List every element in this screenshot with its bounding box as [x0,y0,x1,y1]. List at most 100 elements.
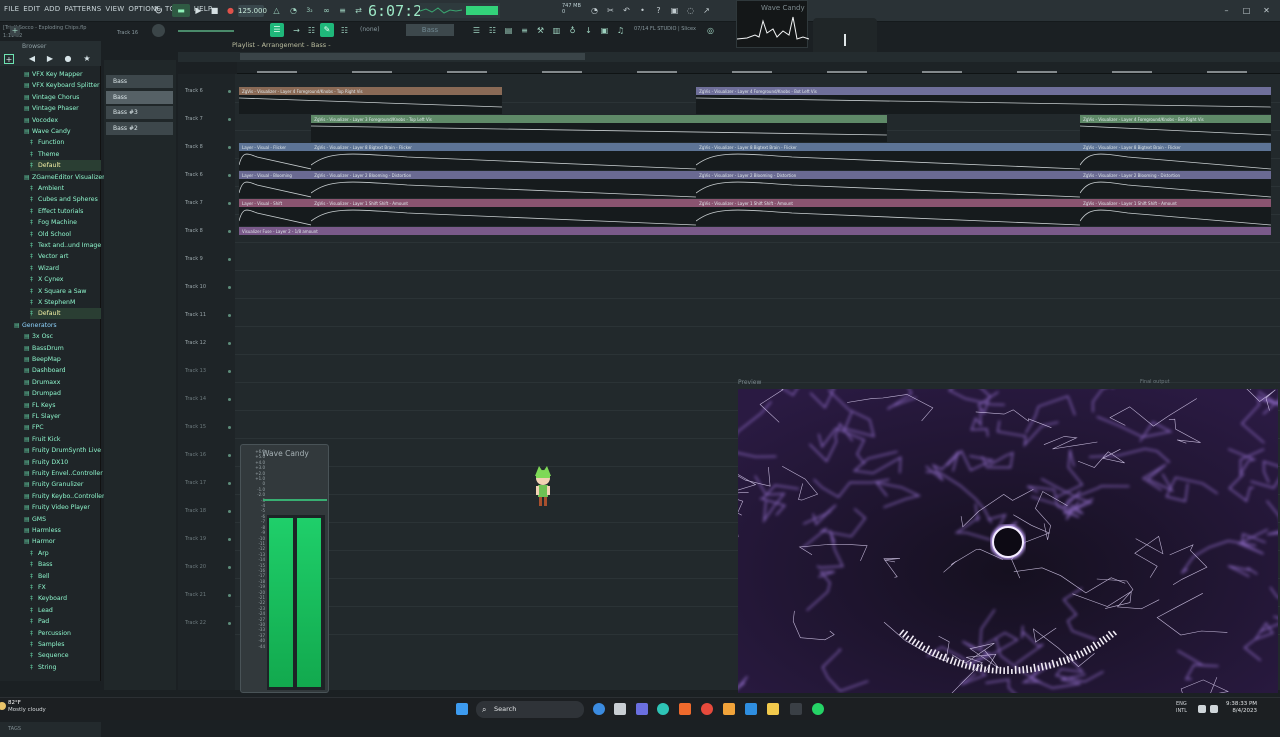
browser-item[interactable]: ▤Generators [14,320,101,331]
browser-item[interactable]: ▤Vintage Chorus [24,92,101,103]
countdown-icon[interactable]: 3₂ [303,4,316,17]
track-name[interactable]: Track 17 [185,480,206,486]
browser-item[interactable]: ▤Fruity Envel..Controller [24,468,101,479]
step-edit-icon[interactable]: ≡ [336,4,349,17]
files-icon[interactable] [767,703,779,715]
track-mute-dot[interactable] [228,90,231,93]
browser-view-icon[interactable]: ● [63,54,73,64]
channel-rack-icon[interactable]: ☷ [338,24,351,37]
browser-item[interactable]: ‡Lead [30,605,101,616]
browser-item[interactable]: ▤Fruity DrumSynth Live [24,445,101,456]
loop-record-icon[interactable]: ∞ [320,4,333,17]
whatsapp-icon[interactable] [812,703,824,715]
browser-item[interactable]: ‡Pad [30,616,101,627]
browser-item[interactable]: ‡Cubes and Spheres [30,194,101,205]
mixer-icon[interactable]: ☰ [470,24,483,37]
equalizer-icon[interactable]: ≡ [518,24,531,37]
track-name[interactable]: Track 10 [185,284,206,290]
tools-icon[interactable]: ⚒ [534,24,547,37]
browser-item[interactable]: ‡Default [30,308,101,319]
timeline-ruler[interactable] [237,62,1280,74]
automation-clip[interactable]: ZgVis - Visualizer - Layer 2 Blooming - … [1080,171,1271,198]
track-mute-dot[interactable] [228,342,231,345]
plug-icon[interactable]: ♁ [566,24,579,37]
automation-clip[interactable]: ZgVis - Visualizer - Layer 4 Foreground/… [1080,115,1271,142]
browser-add-icon[interactable]: + [4,54,14,64]
track-name[interactable]: Track 14 [185,396,206,402]
automation-clip[interactable]: Layer - Visual - Blooming [239,171,311,198]
browser-item[interactable]: ▤GMS [24,514,101,525]
browser-item[interactable]: ‡Bell [30,571,101,582]
edge-icon[interactable] [657,703,669,715]
track-name[interactable]: Track 6 [185,172,203,178]
browser-item[interactable]: ▤Dashboard [24,365,101,376]
menu-view[interactable]: VIEW [105,5,124,13]
automation-clip[interactable]: ZgVis - Visualizer - Layer 1 Shift Shift… [1080,199,1271,226]
browser-item[interactable]: ‡Theme [30,149,101,160]
automation-clip[interactable]: ZgVis - Visualizer - Layer 2 Blooming - … [311,171,696,198]
weather-icon[interactable] [0,702,6,710]
browser-item[interactable]: ‡Arp [30,548,101,559]
browser-item[interactable]: ‡Function [30,137,101,148]
browser-item[interactable]: ‡Percussion [30,628,101,639]
track-name[interactable]: Track 12 [185,340,206,346]
vscode-icon[interactable] [745,703,757,715]
globe-icon[interactable]: ◎ [704,24,717,37]
menu-edit[interactable]: EDIT [23,5,40,13]
refresh-icon[interactable]: ↻ [152,4,165,17]
browser-item[interactable]: ‡Samples [30,639,101,650]
visualizer-preview[interactable] [738,389,1278,693]
track-name[interactable]: Track 20 [185,564,206,570]
track-mute-dot[interactable] [228,482,231,485]
record-button[interactable]: ● [224,4,237,17]
track-mute-dot[interactable] [228,314,231,317]
menu-patterns[interactable]: PATTERNS [64,5,101,13]
pattern-song-toggle[interactable]: ▬ [172,4,190,17]
chat-icon[interactable]: ◌ [684,4,697,17]
browser-item[interactable]: ‡Bass [30,559,101,570]
browser-star-icon[interactable]: ★ [82,54,92,64]
volume-icon[interactable] [1210,705,1218,713]
folder-icon[interactable]: ▣ [598,24,611,37]
browser-item[interactable]: ‡Effect tutorials [30,206,101,217]
browser-item[interactable]: ‡Sequence [30,650,101,661]
undo-icon[interactable]: ↶ [620,4,633,17]
track-mute-dot[interactable] [228,538,231,541]
automation-clip[interactable]: Visualizer Fuse - Layer 2 - 1/8 amount [239,227,1271,235]
pattern-selector[interactable]: Bass [406,24,454,36]
close-icon[interactable]: ✕ [1260,4,1273,17]
track-mute-dot[interactable] [228,510,231,513]
track-mute-dot[interactable] [228,202,231,205]
track-name[interactable]: Track 13 [185,368,206,374]
browser-item[interactable]: ‡Vector art [30,251,101,262]
browser-item[interactable]: ▤Wave Candy [24,126,101,137]
browser-item[interactable]: ‡Default [30,160,101,171]
track-name[interactable]: Track 8 [185,228,203,234]
stop-button[interactable]: ■ [208,4,221,17]
track-name[interactable]: Track 9 [185,256,203,262]
browser-item[interactable]: ‡Fog Machine [30,217,101,228]
browser-item[interactable]: ‡String [30,662,101,673]
browser-item[interactable]: ▤Vintage Phaser [24,103,101,114]
browser-item[interactable]: ▤FPC [24,422,101,433]
browser-item[interactable]: ▤Harmor [24,536,101,547]
track-mute-dot[interactable] [228,286,231,289]
automation-clip[interactable]: ZgVis - Visualizer - Layer 1 Shift Shift… [696,199,1080,226]
browser-item[interactable]: ▤Drumpad [24,388,101,399]
track-mute-dot[interactable] [228,398,231,401]
track-mute-dot[interactable] [228,594,231,597]
browser-item[interactable]: ▤Fruity DX10 [24,457,101,468]
track-mute-dot[interactable] [228,230,231,233]
track-mute-dot[interactable] [228,258,231,261]
wifi-icon[interactable] [1198,705,1206,713]
system-clock[interactable]: 9:38:33 PM 8/4/2023 [1226,701,1257,715]
track-name[interactable]: Track 8 [185,144,203,150]
track-name[interactable]: Track 18 [185,508,206,514]
browser-item[interactable]: ‡FX [30,582,101,593]
task-view-icon[interactable] [614,703,626,715]
track-mute-dot[interactable] [228,622,231,625]
knob-icon[interactable] [152,24,165,37]
browser-item[interactable]: ‡Keyboard [30,593,101,604]
track-mute-dot[interactable] [228,118,231,121]
channel-button[interactable]: Bass #2 [106,122,173,135]
